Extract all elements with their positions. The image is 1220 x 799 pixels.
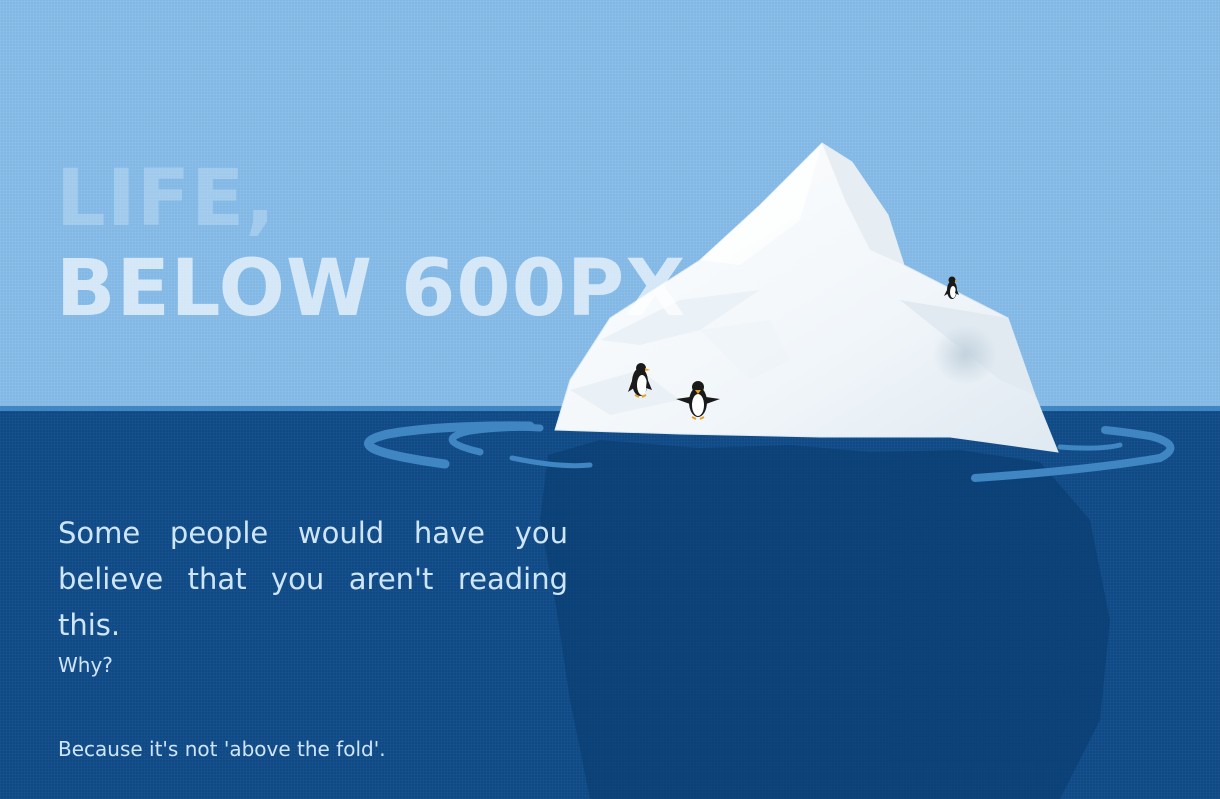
headline-line-2: BELOW 600PX — [56, 244, 687, 334]
answer-paragraph: Because it's not 'above the fold'. — [58, 737, 386, 761]
iceberg-scene — [364, 142, 1175, 799]
intro-paragraph: Some people would have you believe that … — [58, 516, 568, 642]
underwater-shadow — [540, 440, 1110, 799]
headline-line-1: LIFE, — [56, 154, 276, 244]
question-paragraph: Why? — [58, 653, 113, 677]
